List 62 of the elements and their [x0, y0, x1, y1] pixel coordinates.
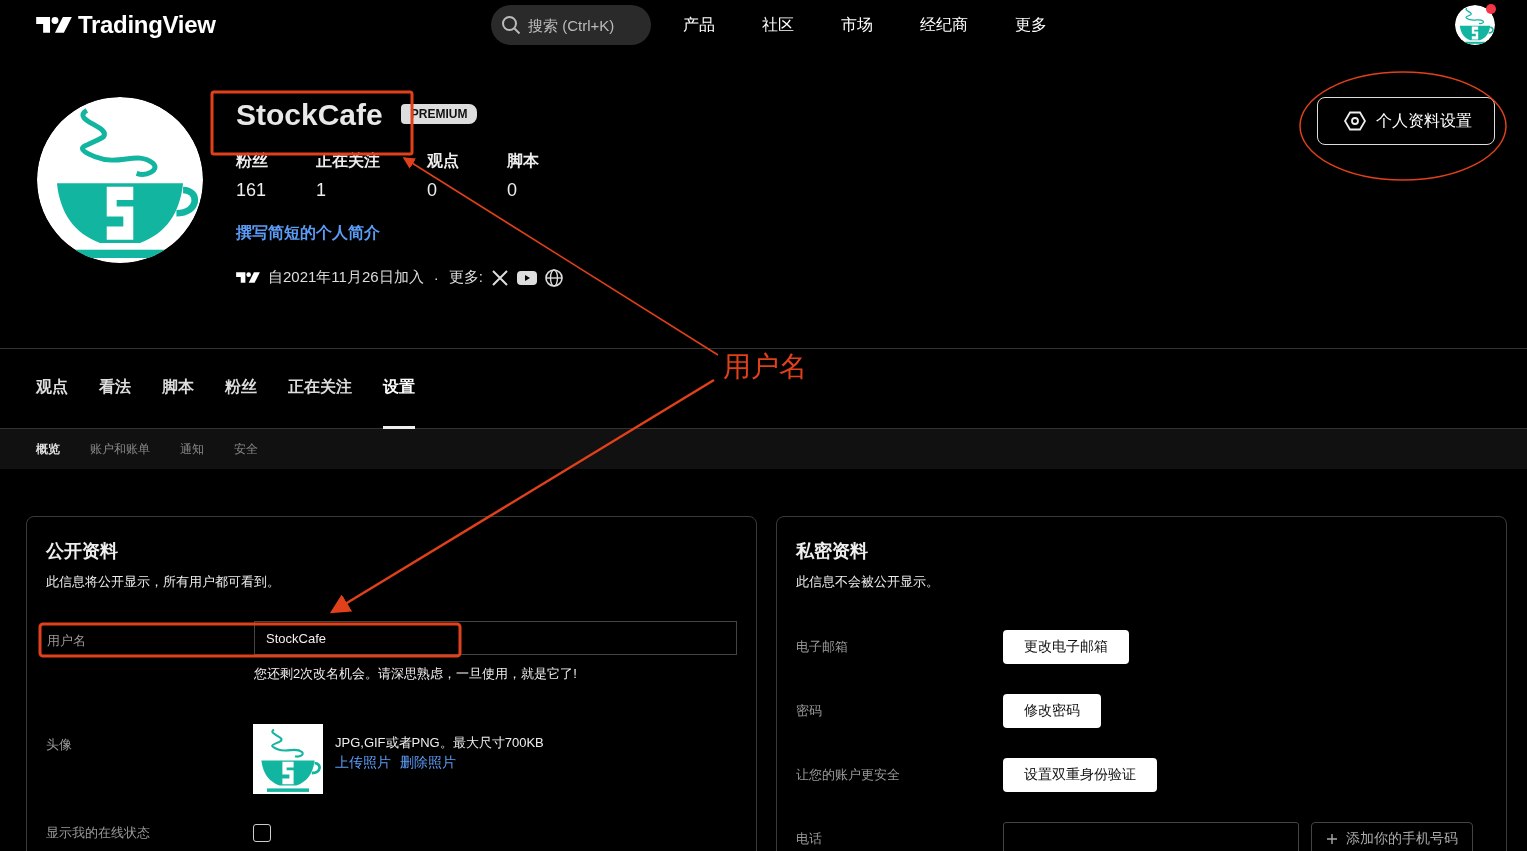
profile-tab[interactable]: 看法 — [99, 349, 131, 429]
plus-icon — [1326, 833, 1338, 845]
username-title: StockCafe — [236, 97, 383, 131]
action-button[interactable]: 修改密码 — [1003, 694, 1101, 728]
card-description: 此信息将公开显示，所有用户都可看到。 — [46, 573, 281, 591]
more-label: 更多: — [448, 268, 483, 287]
tradingview-mark-icon — [236, 270, 260, 285]
field-label: 电子邮箱 — [796, 638, 849, 656]
nav-link[interactable]: 经纪商 — [920, 14, 968, 36]
card-title: 私密资料 — [796, 540, 869, 563]
delete-photo-link[interactable]: 删除照片 — [400, 753, 456, 772]
profile-tab[interactable]: 正在关注 — [288, 349, 352, 429]
premium-badge: PREMIUM — [400, 104, 478, 124]
stat-value[interactable]: 1 — [316, 180, 427, 201]
annotation-label: 用户名 — [723, 350, 807, 384]
nav-link[interactable]: 产品 — [683, 14, 715, 36]
globe-icon[interactable] — [544, 268, 563, 287]
field-label: 头像 — [46, 736, 73, 754]
nav-link[interactable]: 社区 — [762, 14, 794, 36]
search-icon — [501, 15, 521, 35]
settings-subtab[interactable]: 通知 — [180, 440, 204, 458]
action-button[interactable]: 更改电子邮箱 — [1003, 630, 1129, 664]
phone-field[interactable] — [1003, 822, 1299, 851]
logo-text[interactable]: TradingView — [78, 11, 216, 39]
field-label: 显示我的在线状态 — [46, 824, 151, 842]
joined-date: 自2021年11月26日加入 — [268, 268, 424, 287]
card-title: 公开资料 — [46, 540, 119, 563]
nav-link[interactable]: 更多 — [1015, 14, 1047, 36]
settings-subtab[interactable]: 安全 — [234, 440, 258, 458]
profile-tab[interactable]: 观点 — [36, 349, 68, 429]
card-description: 此信息不会被公开显示。 — [796, 573, 940, 591]
profile-tab[interactable]: 脚本 — [162, 349, 194, 429]
avatar-thumbnail-drawing — [253, 724, 323, 794]
action-button[interactable]: 设置双重身份验证 — [1003, 758, 1157, 792]
field-label: 密码 — [796, 702, 823, 720]
youtube-icon[interactable] — [516, 270, 537, 285]
field-label: 用户名 — [46, 632, 87, 650]
stat-label[interactable]: 脚本 — [507, 151, 539, 172]
upload-photo-link[interactable]: 上传照片 — [335, 753, 391, 772]
profile-settings-button[interactable]: 个人资料设置 — [1317, 97, 1495, 145]
user-avatar-icon — [1455, 5, 1495, 45]
stat-value[interactable]: 0 — [427, 180, 507, 201]
bio-link[interactable]: 撰写简短的个人简介 — [236, 223, 563, 244]
avatar-info: JPG,GIF或者PNG。最大尺寸700KB — [335, 733, 544, 752]
username-field[interactable]: StockCafe — [254, 621, 737, 655]
nav-link[interactable]: 市场 — [841, 14, 873, 36]
settings-subtab[interactable]: 账户和账单 — [90, 440, 150, 458]
settings-icon — [1344, 110, 1366, 132]
search-field[interactable]: 搜索 (Ctrl+K) — [491, 5, 651, 45]
logo-icon — [36, 15, 72, 35]
add-phone-button[interactable]: 添加你的手机号码 — [1311, 822, 1473, 851]
profile-tab[interactable]: 粉丝 — [225, 349, 257, 429]
stat-value[interactable]: 0 — [507, 180, 539, 201]
field-label: 电话 — [796, 830, 823, 848]
rename-hint: 您还剩2次改名机会。请深思熟虑，一旦使用，就是它了! — [254, 665, 578, 683]
field-label: 让您的账户更安全 — [796, 766, 901, 784]
settings-subtab[interactable]: 概览 — [36, 440, 60, 458]
stat-label[interactable]: 观点 — [427, 151, 507, 172]
separator-dot: · — [433, 269, 439, 286]
x-icon[interactable] — [490, 268, 509, 287]
stat-value[interactable]: 161 — [236, 180, 316, 201]
online-status-checkbox[interactable] — [253, 824, 271, 842]
